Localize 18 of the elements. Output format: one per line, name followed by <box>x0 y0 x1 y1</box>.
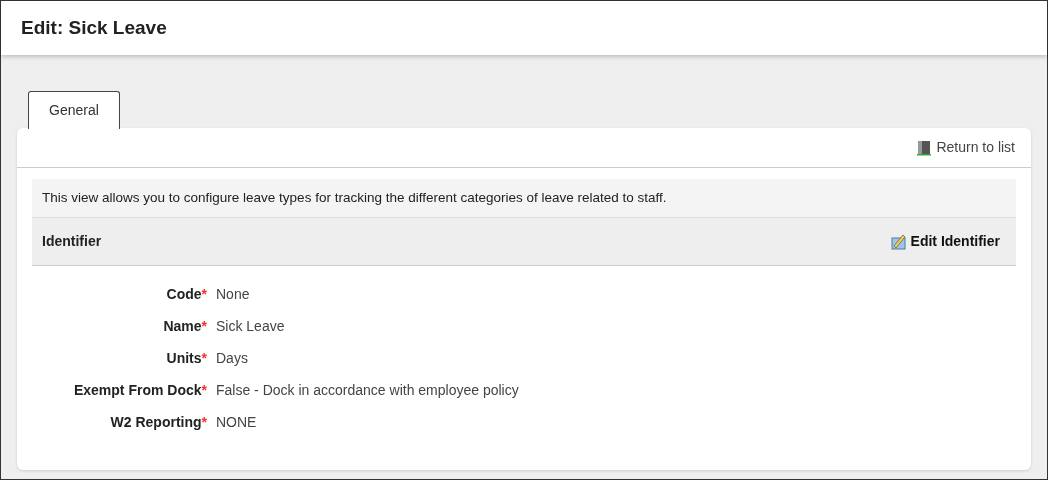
edit-icon <box>889 233 907 251</box>
field-label: Code* <box>165 284 207 304</box>
field-label: Name* <box>162 316 207 336</box>
field-label: Exempt From Dock* <box>72 380 207 400</box>
field-value: None <box>216 284 250 304</box>
edit-identifier-link[interactable]: Edit Identifier <box>889 231 1000 253</box>
tab[interactable]: General <box>28 91 120 129</box>
page-title: Edit: Sick Leave <box>21 16 167 40</box>
description-text: This view allows you to configure leave types for tracking the different categories of leave related to staff. <box>32 179 1016 218</box>
field-value: False - Dock in accordance with employee policy <box>216 380 519 400</box>
door-icon <box>916 139 933 156</box>
field-label: Units* <box>165 348 207 368</box>
field-value: Sick Leave <box>216 316 285 336</box>
return-to-list-link[interactable]: Return to list <box>916 137 1015 158</box>
field-value: NONE <box>216 412 257 432</box>
field-value: Days <box>216 348 248 368</box>
field-label: W2 Reporting* <box>109 412 207 432</box>
section-title: Identifier <box>42 232 102 252</box>
